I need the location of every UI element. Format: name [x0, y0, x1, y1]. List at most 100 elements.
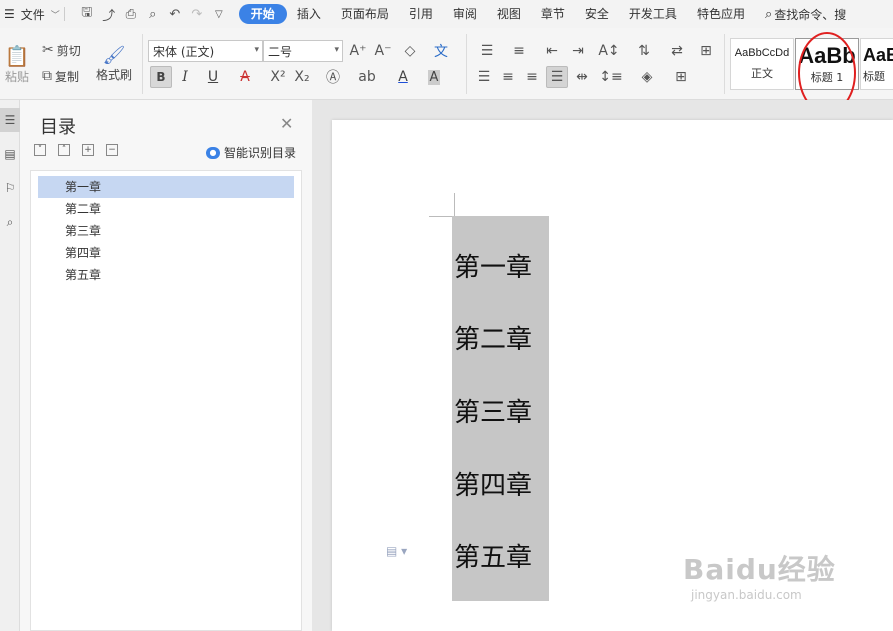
sort-button[interactable]: ⇅ — [634, 40, 654, 62]
chevron-down-icon: ﹀ — [50, 10, 60, 21]
document-heading[interactable]: 第三章 — [454, 392, 549, 429]
underline-icon: U — [207, 69, 219, 85]
text-effect-button[interactable]: Ⓐ — [320, 66, 346, 88]
pinyin-icon: 文 — [434, 44, 448, 60]
tab-home[interactable]: 开始 — [238, 4, 287, 24]
grow-font-button[interactable]: A⁺ — [348, 40, 368, 62]
text-direction-button[interactable]: A↕ — [596, 40, 622, 62]
table-border-button[interactable]: ⊞ — [696, 40, 716, 62]
style-heading[interactable]: AaB 标题 — [860, 38, 893, 90]
strikethrough-button[interactable]: A — [232, 66, 258, 88]
font-color-button[interactable]: A — [390, 66, 416, 88]
document-heading[interactable]: 第五章 — [454, 537, 549, 574]
italic-icon: I — [182, 69, 188, 85]
clear-format-button[interactable]: ◇ — [400, 40, 420, 62]
numbered-list-icon: ≡ — [513, 43, 525, 59]
file-menu[interactable]: ☰ 文件 ﹀ — [0, 6, 60, 23]
distributed-button[interactable]: ⇹ — [572, 66, 592, 88]
line-spacing-button[interactable]: ↕≡ — [598, 66, 624, 88]
toc-item[interactable]: 第三章 — [38, 220, 294, 242]
pinyin-button[interactable]: 文 — [428, 40, 454, 62]
superscript-icon: X² — [270, 69, 286, 85]
bullets-button[interactable]: ☰ — [474, 40, 500, 62]
command-search[interactable]: ⌕ 查找命令、搜 — [765, 6, 846, 23]
superscript-button[interactable]: X² — [268, 66, 288, 88]
customize-icon[interactable]: ▽ — [209, 9, 229, 20]
undo-icon[interactable]: ↶ — [165, 7, 185, 22]
redo-icon[interactable]: ↷ — [187, 7, 207, 22]
toc-item[interactable]: 第四章 — [38, 242, 294, 264]
font-size-select[interactable]: 二号 ▾ — [263, 40, 343, 62]
tab-references[interactable]: 引用 — [399, 4, 443, 24]
add-icon[interactable]: + — [82, 144, 94, 156]
document-heading[interactable]: 第二章 — [454, 319, 549, 356]
document-heading[interactable]: 第四章 — [454, 465, 549, 502]
export-icon[interactable]: ⤴ — [99, 5, 119, 24]
cut-button[interactable]: ✂ 剪切 — [42, 40, 81, 60]
line-spacing-icon: ↕≡ — [599, 69, 623, 85]
tab-view[interactable]: 视图 — [487, 4, 531, 24]
paste-icon: 📋 — [4, 43, 30, 68]
save-icon[interactable]: 🖫 — [77, 3, 97, 25]
collapse-icon[interactable]: ˄ — [58, 144, 70, 156]
toc-tools: ˅ ˄ + − — [34, 144, 118, 156]
bookmark-icon[interactable]: ⚐ — [0, 176, 20, 200]
hamburger-icon: ☰ — [4, 7, 15, 21]
print-icon[interactable]: ⎙ — [121, 7, 141, 22]
style-sample: AaB — [863, 44, 893, 65]
remove-icon[interactable]: − — [106, 144, 118, 156]
increase-indent-button[interactable]: ⇥ — [568, 40, 588, 62]
font-size-value: 二号 — [268, 44, 293, 59]
tab-page-layout[interactable]: 页面布局 — [331, 4, 399, 24]
search-icon: ⌕ — [764, 6, 773, 22]
paragraph-options-icon[interactable]: ▤ ▾ — [386, 544, 407, 558]
char-shading-button[interactable]: A — [424, 66, 444, 88]
align-center-icon: ≡ — [502, 69, 514, 85]
menu-bar: ☰ 文件 ﹀ 🖫 ⤴ ⎙ ⌕ ↶ ↷ ▽ 开始 插入 页面布局 引用 审阅 视图… — [0, 0, 893, 28]
tab-section[interactable]: 章节 — [531, 4, 575, 24]
highlight-button[interactable]: ab — [354, 66, 380, 88]
justify-button[interactable]: ☰ — [546, 66, 568, 88]
justify-icon: ☰ — [550, 69, 564, 85]
print-preview-icon[interactable]: ⌕ — [143, 7, 163, 22]
style-label: 标题 — [863, 69, 885, 83]
shading-button[interactable]: ◈ — [634, 66, 660, 88]
sort-icon: ⇅ — [638, 43, 650, 59]
tab-insert[interactable]: 插入 — [287, 4, 331, 24]
find-icon[interactable]: ⌕ — [0, 210, 20, 234]
paste-button[interactable]: 📋 粘贴 — [0, 40, 34, 88]
align-left-icon: ☰ — [477, 69, 491, 85]
navigation-pane-icon[interactable]: ☰ — [0, 108, 20, 132]
smart-toc-button[interactable]: ● 智能识别目录 — [206, 144, 296, 161]
format-painter-button[interactable]: 🖌 格式刷 — [94, 40, 134, 88]
align-left-button[interactable]: ☰ — [474, 66, 494, 88]
show-marks-button[interactable]: ⇄ — [664, 40, 690, 62]
tab-developer[interactable]: 开发工具 — [619, 4, 687, 24]
toc-item[interactable]: 第一章 — [38, 176, 294, 198]
tab-special-apps[interactable]: 特色应用 — [687, 4, 755, 24]
numbering-button[interactable]: ≡ — [506, 40, 532, 62]
subscript-button[interactable]: X₂ — [292, 66, 312, 88]
align-right-button[interactable]: ≡ — [522, 66, 542, 88]
baidu-watermark: Baidu经验 jingyan.baidu.com — [683, 548, 863, 602]
underline-button[interactable]: U — [200, 66, 226, 88]
font-name-select[interactable]: 宋体 (正文) ▾ — [148, 40, 263, 62]
decrease-indent-button[interactable]: ⇤ — [542, 40, 562, 62]
copy-button[interactable]: ⧉ 复制 — [42, 66, 79, 86]
align-center-button[interactable]: ≡ — [498, 66, 518, 88]
expand-icon[interactable]: ˅ — [34, 144, 46, 156]
borders-button[interactable]: ⊞ — [668, 66, 694, 88]
shrink-font-icon: A⁻ — [374, 43, 392, 59]
style-normal[interactable]: AaBbCcDd 正文 — [730, 38, 794, 90]
chapter-icon[interactable]: ▤ — [0, 142, 20, 166]
italic-button[interactable]: I — [175, 66, 195, 88]
shrink-font-button[interactable]: A⁻ — [373, 40, 393, 62]
document-heading[interactable]: 第一章 — [454, 247, 549, 284]
bold-button[interactable]: B — [150, 66, 172, 88]
cut-label: 剪切 — [56, 43, 81, 58]
toc-item[interactable]: 第二章 — [38, 198, 294, 220]
toc-item[interactable]: 第五章 — [38, 264, 294, 286]
tab-review[interactable]: 审阅 — [443, 4, 487, 24]
tab-security[interactable]: 安全 — [575, 4, 619, 24]
close-icon[interactable]: ✕ — [280, 114, 293, 133]
